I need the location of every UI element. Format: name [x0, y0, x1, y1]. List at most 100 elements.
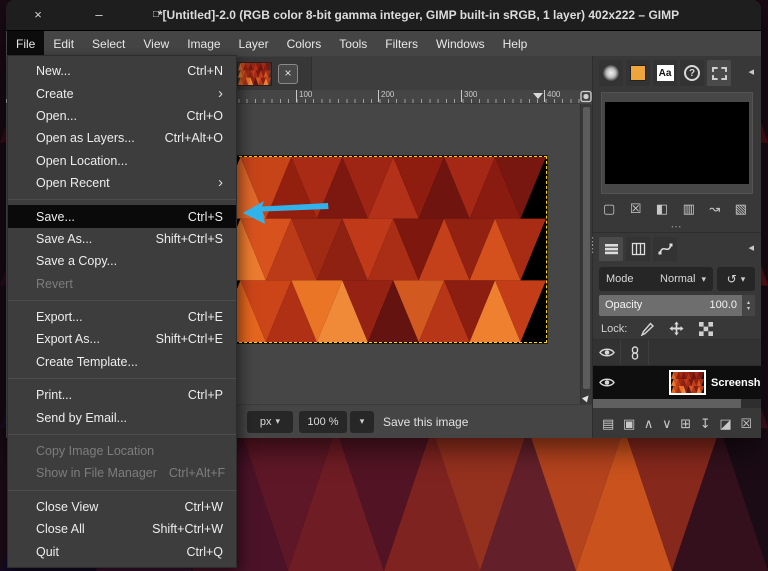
menu-item-print[interactable]: Print... Ctrl+P: [8, 384, 236, 406]
save-to-channel-button[interactable]: ▥: [683, 201, 695, 216]
layer-row[interactable]: Screensho: [593, 366, 761, 399]
lower-layer-button[interactable]: ∨: [662, 416, 672, 431]
dialog-tab-fonts[interactable]: Aa: [653, 60, 677, 86]
opacity-label: Opacity: [605, 299, 643, 311]
menu-item-save-a-copy[interactable]: Save a Copy...: [8, 250, 236, 272]
paintbrush-lock-button[interactable]: [640, 321, 655, 336]
image-tab[interactable]: ×: [234, 57, 312, 90]
dock-drag-handle[interactable]: ⋮ ⋮: [587, 237, 598, 255]
menu-item-open[interactable]: Open... Ctrl+O: [8, 105, 236, 127]
menubar-item-edit[interactable]: Edit: [44, 31, 83, 56]
zoom-value[interactable]: 100 %: [299, 410, 347, 433]
menu-item-close-all[interactable]: Close All Shift+Ctrl+W: [8, 518, 236, 540]
menu-item-export[interactable]: Export... Ctrl+E: [8, 306, 236, 328]
visibility-column-toggle[interactable]: [593, 340, 621, 365]
mask-layer-button[interactable]: ◪: [719, 416, 731, 431]
lock-buttons: [640, 321, 714, 336]
dialog-tab-channels[interactable]: [626, 237, 650, 261]
path-from-selection-button[interactable]: ↝: [709, 201, 720, 216]
menu-item-create-template[interactable]: Create Template...: [8, 351, 236, 373]
zoom-follow-icon[interactable]: [580, 90, 592, 103]
menu-item-save[interactable]: Save... Ctrl+S: [8, 205, 236, 228]
menubar-item-image[interactable]: Image: [178, 31, 229, 56]
menu-item-quit[interactable]: Quit Ctrl+Q: [8, 540, 236, 562]
menu-item-label: Show in File Manager: [36, 466, 157, 481]
move-lock-button[interactable]: [669, 321, 684, 336]
menu-item-label: Close View: [36, 499, 99, 514]
alpha-lock-button[interactable]: [699, 321, 714, 336]
select-none-button[interactable]: ☒: [630, 201, 642, 216]
zoom-select[interactable]: ▾: [350, 410, 374, 433]
dialog-tab-selection[interactable]: [707, 60, 731, 86]
patterns-icon: [630, 65, 646, 81]
menu-item-open-location[interactable]: Open Location...: [8, 150, 236, 172]
menu-item-save-as[interactable]: Save As... Shift+Ctrl+S: [8, 228, 236, 250]
menu-item-export-as[interactable]: Export As... Shift+Ctrl+E: [8, 328, 236, 350]
opacity-slider[interactable]: Opacity 100.0 ▴ ▾: [599, 295, 755, 316]
horizontal-scrollbar-thumb[interactable]: [593, 399, 741, 408]
save-to-channel-icon: ▥: [682, 201, 695, 216]
menu-item-open-as-layers[interactable]: Open as Layers... Ctrl+Alt+O: [8, 127, 236, 149]
canvas-image[interactable]: [214, 156, 547, 343]
dialog-tab-patterns[interactable]: [626, 60, 650, 86]
menubar-item-colors[interactable]: Colors: [278, 31, 331, 56]
raise-layer-icon: ∧: [643, 416, 654, 431]
window-minimize-button[interactable]: –: [89, 5, 109, 25]
dialog-tab-paths[interactable]: [653, 237, 677, 261]
window-close-button[interactable]: ×: [28, 5, 48, 25]
lower-layer-icon: ∨: [662, 416, 672, 431]
image-tab-thumbnail: [237, 61, 272, 86]
menu-separator: [8, 299, 236, 301]
stroke-selection-button[interactable]: ▧: [735, 201, 747, 216]
mask-layer-icon: ◪: [719, 416, 732, 431]
alpha-icon: [699, 321, 714, 336]
layer-name[interactable]: Screensho: [711, 377, 761, 389]
chevron-down-icon: ▾: [275, 416, 281, 426]
opacity-spinner[interactable]: ▴ ▾: [742, 295, 755, 316]
menu-item-close-view[interactable]: Close View Ctrl+W: [8, 496, 236, 518]
panel-resize-handle[interactable]: ⋯: [593, 222, 761, 233]
menu-item-new[interactable]: New... Ctrl+N: [8, 60, 236, 82]
menubar-item-select[interactable]: Select: [83, 31, 134, 56]
menu-item-label: Revert: [36, 276, 73, 291]
merge-layer-button[interactable]: ↧: [700, 416, 711, 431]
statusbar-message: Save this image: [383, 414, 469, 429]
menubar-item-filters[interactable]: Filters: [376, 31, 427, 56]
menu-item-label: Open Location...: [36, 153, 128, 168]
menubar-item-tools[interactable]: Tools: [330, 31, 376, 56]
stroke-selection-icon: ▧: [734, 201, 747, 216]
menubar-item-file[interactable]: File: [7, 31, 45, 56]
link-column-toggle[interactable]: [621, 340, 649, 365]
menubar-item-layer[interactable]: Layer: [230, 31, 278, 56]
ruler-pointer-marker: [533, 93, 543, 99]
new-layer-button[interactable]: ▤: [602, 416, 614, 431]
selection-preview[interactable]: [605, 102, 749, 184]
dialog-tab-layers[interactable]: [599, 237, 623, 261]
duplicate-layer-button[interactable]: ⊞: [680, 416, 691, 431]
panel-menu-icon[interactable]: ◂: [748, 241, 754, 254]
menu-item-label: Print...: [36, 388, 73, 403]
unit-select[interactable]: px ▾: [247, 410, 293, 433]
delete-layer-button[interactable]: ☒: [740, 416, 752, 431]
raise-layer-button[interactable]: ∧: [644, 416, 654, 431]
horizontal-scrollbar[interactable]: [593, 399, 761, 408]
menu-item-send-by-email[interactable]: Send by Email...: [8, 406, 236, 428]
delete-layer-icon: ☒: [740, 416, 752, 431]
menubar-item-windows[interactable]: Windows: [427, 31, 494, 56]
menu-item-shortcut: Ctrl+W: [184, 499, 223, 514]
dialog-tab-brushes[interactable]: [599, 60, 623, 86]
menu-item-create[interactable]: Create ›: [8, 82, 236, 104]
menubar-item-help[interactable]: Help: [494, 31, 537, 56]
invert-selection-button[interactable]: ◧: [656, 201, 668, 216]
menubar-item-view[interactable]: View: [134, 31, 178, 56]
tab-close-icon[interactable]: ×: [278, 63, 298, 84]
dialog-tab-pointer[interactable]: ?: [680, 60, 704, 86]
mode-options-button[interactable]: ↺ ▾: [717, 267, 755, 291]
new-group-button[interactable]: ▣: [623, 416, 635, 431]
mode-dropdown[interactable]: Mode Normal ▾: [599, 267, 713, 291]
select-all-button[interactable]: ▢: [603, 201, 615, 216]
menu-item-shortcut: Ctrl+Q: [186, 544, 223, 559]
panel-menu-icon[interactable]: ◂: [748, 65, 754, 78]
menu-item-open-recent[interactable]: Open Recent ›: [8, 172, 236, 194]
layer-visibility-eye-icon[interactable]: [593, 376, 620, 389]
